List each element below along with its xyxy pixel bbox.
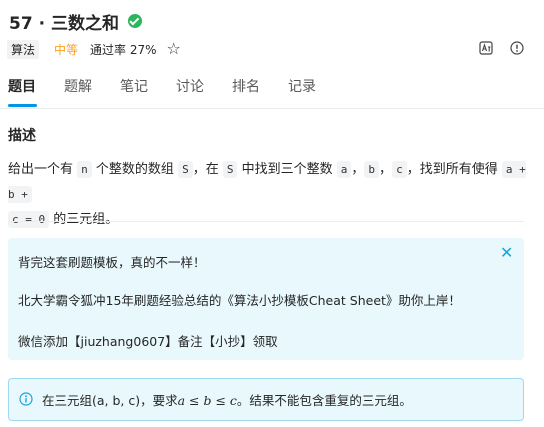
promo-text: 北大学霸令狐冲15年刷题经验总结的《算法小抄模板Cheat Sheet》助你上岸… (18, 293, 461, 308)
inline-code: n (77, 161, 92, 178)
desc-text: 给出一个有 (8, 162, 74, 177)
inline-code: S (222, 161, 238, 178)
desc-text: 个整数的数组 (95, 162, 174, 177)
tab-problem[interactable]: 题目 (8, 76, 36, 96)
check-circle-icon (127, 14, 142, 28)
tab-discussion[interactable]: 讨论 (176, 76, 204, 96)
info-notice: 在三元组(a, b, c)，要求a ≤ b ≤ c。结果不能包含重复的三元组。 (8, 378, 524, 421)
difficulty-label: 中等 (54, 42, 79, 57)
desc-text: ，在 (192, 162, 219, 177)
active-tab-indicator (8, 104, 37, 107)
inline-code: c (392, 161, 407, 178)
tab-records[interactable]: 记录 (288, 76, 316, 96)
problem-meta: 算法 中等 通过率 27% ☆ (7, 39, 181, 59)
category-tag[interactable]: 算法 (7, 39, 40, 59)
star-outline-icon[interactable]: ☆ (167, 41, 181, 57)
inline-code: c = 0 (8, 211, 50, 228)
problem-title: 57 · 三数之和 (9, 13, 119, 34)
tab-ranking[interactable]: 排名 (232, 76, 260, 96)
promo-banner: 背完这套刷题模板，真的不一样！ 北大学霸令狐冲15年刷题经验总结的《算法小抄模板… (8, 238, 524, 360)
desc-text: ，找到所有使得 (406, 162, 498, 177)
translate-icon[interactable] (479, 41, 493, 55)
info-prefix: 在三元组(a, b, c)，要求 (42, 393, 178, 408)
promo-headline: 背完这套刷题模板，真的不一样！ (18, 255, 206, 270)
info-text: 在三元组(a, b, c)，要求a ≤ b ≤ c。结果不能包含重复的三元组。 (42, 390, 412, 409)
desc-text: ， (379, 162, 393, 177)
desc-text: 中找到三个整数 (241, 162, 333, 177)
close-icon[interactable]: ✕ (500, 245, 513, 261)
desc-text: ， (351, 162, 365, 177)
pass-rate: 通过率 27% (90, 42, 157, 57)
inline-code: S (178, 161, 193, 178)
tab-solutions[interactable]: 题解 (64, 76, 92, 96)
problem-header: 57 · 三数之和 (9, 8, 142, 34)
section-divider (8, 221, 524, 222)
promo-wechat: 微信添加【jiuzhang0607】备注【小抄】领取 (18, 334, 278, 349)
info-circle-icon (19, 392, 33, 406)
inline-code: a (336, 161, 352, 178)
info-math: a ≤ b ≤ c (177, 393, 237, 408)
info-suffix: 。结果不能包含重复的三元组。 (236, 393, 412, 408)
exclamation-circle-icon[interactable] (510, 41, 524, 55)
tab-notes[interactable]: 笔记 (120, 76, 148, 96)
desc-text: 的三元组。 (53, 212, 119, 227)
description-heading: 描述 (8, 128, 36, 144)
problem-tabs: 题目 题解 笔记 讨论 排名 记录 (0, 68, 544, 109)
inline-code: b (364, 161, 380, 178)
